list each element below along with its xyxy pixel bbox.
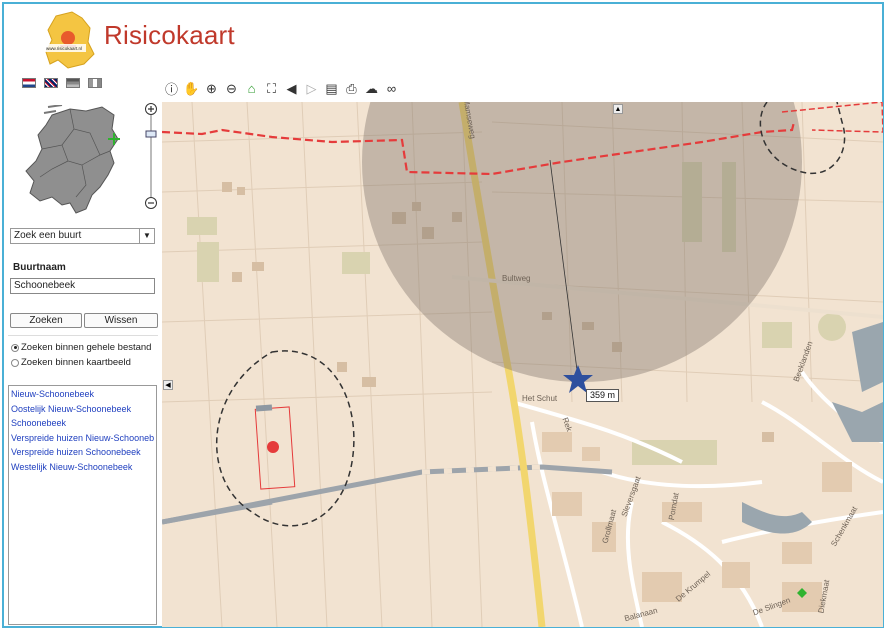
radio-search-all[interactable]: Zoeken binnen gehele bestand — [11, 342, 151, 353]
radio-view-indicator[interactable] — [11, 358, 19, 367]
result-item[interactable]: Oostelijk Nieuw-Schoonebeek — [11, 402, 154, 417]
map-view[interactable]: Bultweg Het Schut Rek Sleversgaat Pomdat… — [162, 102, 883, 627]
risk-object-marker — [267, 441, 279, 453]
dutch-flag-icon[interactable] — [22, 78, 36, 88]
language-selector — [22, 78, 102, 92]
radio-search-view[interactable]: Zoeken binnen kaartbeeld — [11, 357, 131, 368]
water — [742, 322, 883, 534]
info-icon[interactable]: ⓘ — [163, 80, 180, 97]
app-title: Risicokaart — [104, 20, 235, 50]
pan-up-button[interactable]: ▲ — [613, 104, 623, 114]
result-item[interactable]: Schoonebeek — [11, 416, 154, 431]
measure-area-icon[interactable]: ☁ — [363, 80, 380, 97]
radio-all-label: Zoeken binnen gehele bestand — [21, 342, 152, 353]
uk-flag-icon[interactable] — [44, 78, 58, 88]
chevron-down-icon[interactable]: ▼ — [139, 229, 154, 243]
search-panel: Zoek een buurt ▼ Buurtnaam Schoonebeek Z… — [0, 95, 162, 630]
zoom-in-icon[interactable]: ⊕ — [203, 80, 220, 97]
street-label-het-schut: Het Schut — [522, 394, 558, 403]
forward-icon[interactable]: ▷ — [303, 80, 320, 97]
risk-zone-circle — [362, 102, 802, 382]
full-extent-icon[interactable]: ⛶ — [263, 80, 280, 97]
collapse-panel-button[interactable]: ◀ — [163, 380, 173, 390]
clear-button[interactable]: Wissen — [84, 313, 158, 328]
search-button[interactable]: Zoeken — [10, 313, 82, 328]
map-toolbar: ⓘ ✋ ⊕ ⊖ ⌂ ⛶ ◀ ▷ ▤ ⎙ ☁ ∞ — [163, 80, 400, 98]
overview-map[interactable] — [22, 105, 130, 217]
buurtnaam-label: Buurtnaam — [13, 262, 66, 273]
measure-distance-label: 359 m — [586, 389, 620, 402]
zoom-out-icon[interactable]: ⊖ — [223, 80, 240, 97]
result-item[interactable]: Verspreide huizen Nieuw-Schoonebeek — [11, 431, 154, 446]
buurtnaam-input[interactable]: Schoonebeek — [10, 278, 155, 294]
result-item[interactable]: Nieuw-Schoonebeek — [11, 387, 154, 402]
french-flag-icon[interactable] — [88, 78, 102, 88]
back-icon[interactable]: ◀ — [283, 80, 300, 97]
zoom-box-icon[interactable]: ⌂ — [243, 80, 260, 97]
radio-view-label: Zoeken binnen kaartbeeld — [21, 357, 131, 368]
print-icon[interactable]: ⎙ — [343, 80, 360, 97]
radio-all-indicator[interactable] — [11, 343, 19, 352]
header: www.risicokaart.nl Risicokaart — [0, 0, 886, 78]
result-list: Nieuw-Schoonebeek Oostelijk Nieuw-Schoone… — [8, 385, 157, 625]
measure-distance-icon[interactable]: ∞ — [383, 80, 400, 97]
legend-icon[interactable]: ▤ — [323, 80, 340, 97]
select-value: Zoek een buurt — [14, 230, 82, 241]
result-item[interactable]: Verspreide huizen Schoonebeek — [11, 445, 154, 460]
logo-text: www.risicokaart.nl — [46, 46, 82, 51]
zoom-slider[interactable] — [144, 103, 158, 209]
map-canvas[interactable] — [162, 102, 883, 627]
risicokaart-logo: www.risicokaart.nl — [42, 11, 95, 69]
neighbourhood-select[interactable]: Zoek een buurt ▼ — [10, 228, 155, 244]
divider — [8, 335, 158, 336]
result-item[interactable]: Westelijk Nieuw-Schoonebeek — [11, 460, 154, 475]
street-label-bultweg: Bultweg — [502, 274, 531, 283]
german-flag-icon[interactable] — [66, 78, 80, 88]
pan-hand-icon[interactable]: ✋ — [183, 80, 200, 97]
